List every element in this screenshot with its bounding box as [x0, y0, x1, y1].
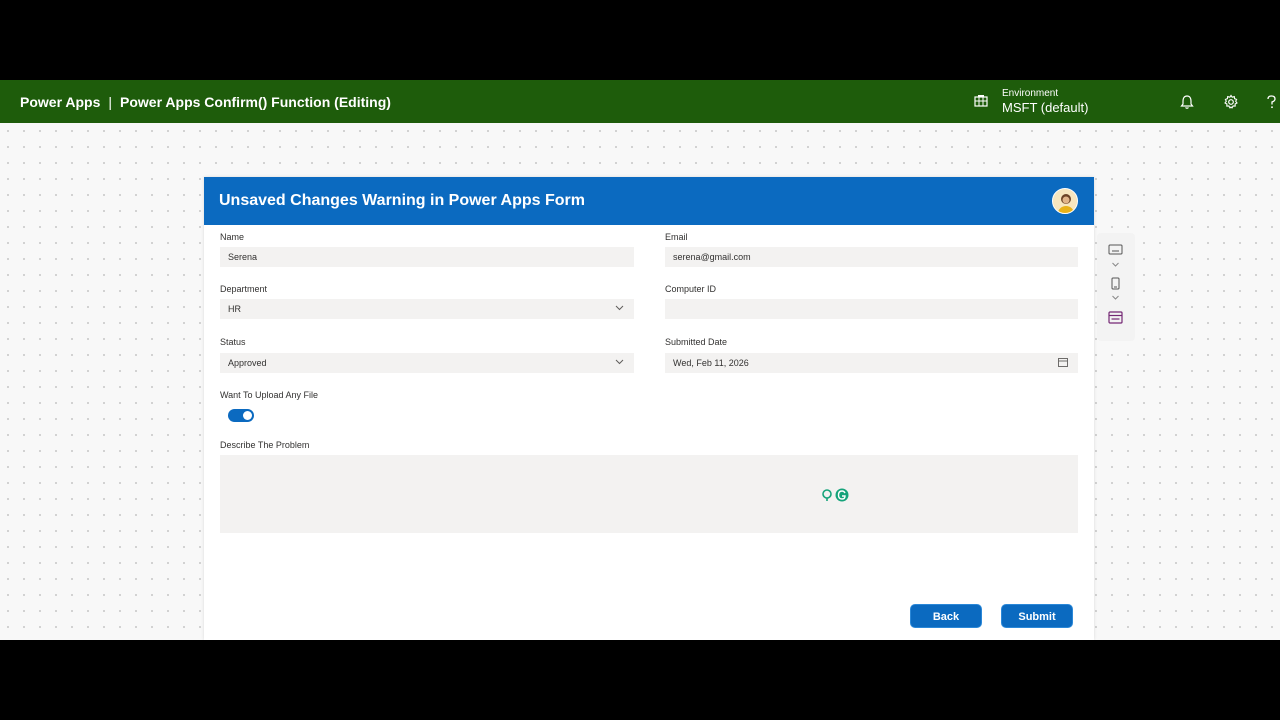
- app-header: Power Apps | Power Apps Confirm() Function…: [0, 80, 1280, 123]
- upload-toggle[interactable]: [228, 409, 254, 422]
- help-icon[interactable]: [1264, 94, 1278, 110]
- department-value: HR: [228, 304, 241, 314]
- environment-label: Environment: [1002, 87, 1059, 99]
- avatar[interactable]: [1052, 188, 1078, 214]
- back-button[interactable]: Back: [910, 604, 982, 628]
- environment-value: MSFT (default): [1002, 99, 1089, 115]
- title-separator: |: [108, 94, 113, 110]
- form-title: Unsaved Changes Warning in Power Apps Fo…: [219, 192, 585, 209]
- tablet-layout-icon[interactable]: [1108, 244, 1123, 270]
- chevron-down-icon: [615, 359, 624, 365]
- status-value: Approved: [228, 358, 267, 368]
- letterbox-top: [0, 0, 1280, 80]
- avatar-image: [1053, 189, 1077, 213]
- gear-icon[interactable]: [1223, 94, 1239, 110]
- submitted-date-picker[interactable]: Wed, Feb 11, 2026: [665, 353, 1078, 373]
- submit-button[interactable]: Submit: [1001, 604, 1073, 628]
- submitted-date-label: Submitted Date: [665, 337, 728, 347]
- phone-layout-icon[interactable]: [1108, 277, 1123, 303]
- problem-label: Describe The Problem: [220, 440, 310, 450]
- environment-icon: [974, 95, 988, 107]
- toggle-knob: [243, 411, 252, 420]
- form-header: Unsaved Changes Warning in Power Apps Fo…: [204, 177, 1094, 225]
- status-label: Status: [220, 337, 246, 347]
- name-input[interactable]: Serena: [220, 247, 634, 267]
- email-input[interactable]: serena@gmail.com: [665, 247, 1078, 267]
- app-title-text: Power Apps Confirm() Function (Editing): [120, 94, 391, 110]
- form-screen: Unsaved Changes Warning in Power Apps Fo…: [204, 177, 1094, 640]
- computer-id-label: Computer ID: [665, 284, 717, 294]
- name-label: Name: [220, 232, 245, 242]
- status-dropdown[interactable]: Approved: [220, 353, 634, 373]
- grammarly-icon[interactable]: [820, 488, 852, 502]
- upload-label: Want To Upload Any File: [220, 390, 319, 400]
- department-dropdown[interactable]: HR: [220, 299, 634, 319]
- app-title: Power Apps | Power Apps Confirm() Function…: [20, 94, 391, 110]
- department-label: Department: [220, 284, 268, 294]
- submitted-date-value: Wed, Feb 11, 2026: [673, 358, 749, 368]
- email-label: Email: [665, 232, 688, 242]
- app-name[interactable]: Power Apps: [20, 94, 100, 110]
- bell-icon[interactable]: [1179, 94, 1195, 110]
- computer-id-input[interactable]: [665, 299, 1078, 319]
- canvas-side-toolbar: [1097, 233, 1135, 341]
- environment-picker[interactable]: Environment MSFT (default): [974, 86, 1088, 116]
- form-layout-icon[interactable]: [1108, 311, 1123, 325]
- letterbox-bottom: [0, 640, 1280, 720]
- problem-textarea[interactable]: [220, 455, 1078, 533]
- calendar-icon[interactable]: [1058, 358, 1068, 367]
- chevron-down-icon: [615, 305, 624, 311]
